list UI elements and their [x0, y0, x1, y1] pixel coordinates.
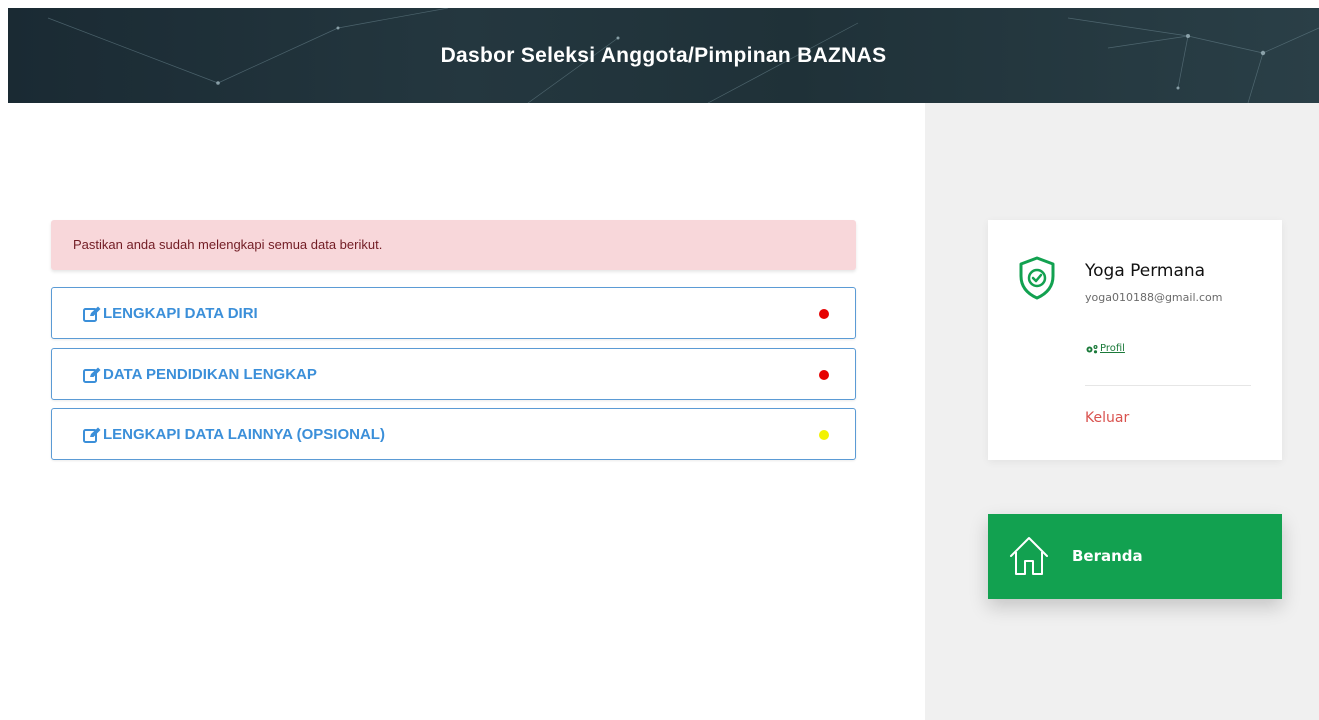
edit-icon — [83, 306, 101, 322]
top-border — [0, 0, 1319, 8]
home-button[interactable]: Beranda — [988, 514, 1282, 599]
status-dot — [819, 430, 829, 440]
main-content: Pastikan anda sudah melengkapi semua dat… — [0, 103, 925, 720]
profile-link-label: Profil — [1100, 343, 1125, 354]
sidebar: Yoga Permana yoga010188@gmail.com Profil… — [925, 103, 1319, 720]
user-email: yoga010188@gmail.com — [1085, 291, 1223, 304]
page-header: Dasbor Seleksi Anggota/Pimpinan BAZNAS — [8, 8, 1319, 103]
page-title: Dasbor Seleksi Anggota/Pimpinan BAZNAS — [440, 44, 887, 67]
edit-icon — [83, 427, 101, 443]
user-name: Yoga Permana — [1085, 261, 1206, 281]
checklist-item-data-pendidikan[interactable]: DATA PENDIDIKAN LENGKAP — [51, 348, 856, 400]
completion-alert: Pastikan anda sudah melengkapi semua dat… — [51, 220, 856, 270]
status-dot — [819, 370, 829, 380]
checklist-item-label: LENGKAPI DATA DIRI — [103, 305, 258, 322]
status-dot — [819, 309, 829, 319]
checklist-item-data-lainnya[interactable]: LENGKAPI DATA LAINNYA (OPSIONAL) — [51, 408, 856, 460]
checklist-item-data-diri[interactable]: LENGKAPI DATA DIRI — [51, 287, 856, 339]
home-icon — [1010, 537, 1048, 575]
profile-link[interactable]: Profil — [1085, 343, 1125, 354]
shield-check-icon — [1019, 256, 1055, 300]
checklist-item-label: DATA PENDIDIKAN LENGKAP — [103, 366, 317, 383]
profile-card: Yoga Permana yoga010188@gmail.com Profil… — [988, 220, 1282, 460]
logout-link[interactable]: Keluar — [1085, 410, 1129, 426]
gears-icon — [1086, 344, 1098, 353]
divider — [1085, 385, 1251, 386]
home-label: Beranda — [1072, 547, 1143, 565]
checklist-item-label: LENGKAPI DATA LAINNYA (OPSIONAL) — [103, 426, 385, 443]
edit-icon — [83, 367, 101, 383]
